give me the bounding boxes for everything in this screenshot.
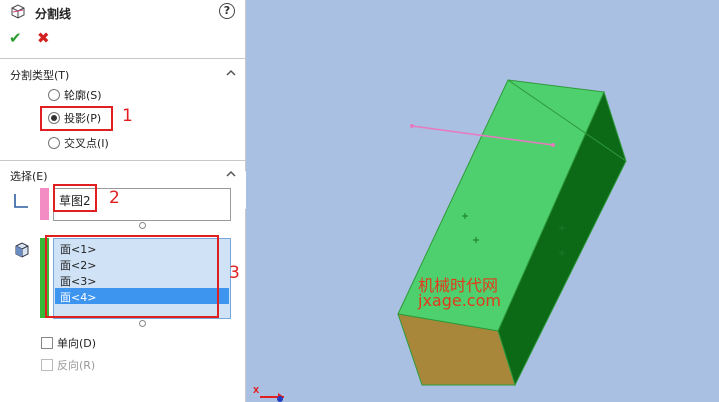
field-resize-handle[interactable] <box>139 222 146 229</box>
triad-axes-icon <box>260 393 284 402</box>
annotation-number-1: 1 <box>122 106 133 126</box>
single-direction-label: 单向(D) <box>57 337 97 350</box>
face-selection-icon <box>15 242 29 258</box>
graphics-viewport[interactable]: 机械时代网 jxage.com <box>246 0 719 402</box>
sketch-color-bar <box>40 188 49 220</box>
panel-title: 分割线 <box>35 7 72 21</box>
divider <box>0 58 245 59</box>
help-icon[interactable]: ? <box>219 3 235 19</box>
annotation-number-3: 3 <box>229 263 240 283</box>
reverse-label: 反向(R) <box>57 359 96 372</box>
reverse-checkbox <box>41 359 53 371</box>
list-resize-handle[interactable] <box>139 320 146 327</box>
ok-button[interactable]: ✔ <box>9 29 22 47</box>
panel-header: 分割线 ? <box>0 0 245 26</box>
radio-intersection-label: 交叉点(I) <box>64 137 109 150</box>
annotation-box-2 <box>53 184 97 212</box>
single-direction-checkbox[interactable] <box>41 337 53 349</box>
divider <box>0 160 245 161</box>
selection-section-title: 选择(E) <box>10 170 48 183</box>
cancel-button[interactable]: ✖ <box>37 29 50 47</box>
watermark-line-2: jxage.com <box>418 291 501 310</box>
collapse-selection-icon[interactable] <box>226 169 236 179</box>
annotation-box-3 <box>45 235 219 318</box>
model-view <box>397 79 627 387</box>
radio-button[interactable] <box>48 89 60 101</box>
sketch-endpoint[interactable] <box>410 124 414 128</box>
radio-button[interactable] <box>48 137 60 149</box>
radio-outline-label: 轮廓(S) <box>64 89 102 102</box>
split-type-section-title: 分割类型(T) <box>10 69 70 82</box>
coordinate-triad: X <box>250 386 290 402</box>
collapse-split-type-icon[interactable] <box>226 68 236 78</box>
property-manager-panel: 分割线 ? ✔ ✖ 分割类型(T) 轮廓(S) 投影(P) 交叉点(I) 选择(… <box>0 0 246 402</box>
annotation-box-1 <box>40 106 113 131</box>
split-line-icon <box>11 4 25 19</box>
annotation-number-2: 2 <box>109 188 120 208</box>
sketch-endpoint[interactable] <box>551 143 555 147</box>
sketch-selection-icon <box>14 194 28 208</box>
